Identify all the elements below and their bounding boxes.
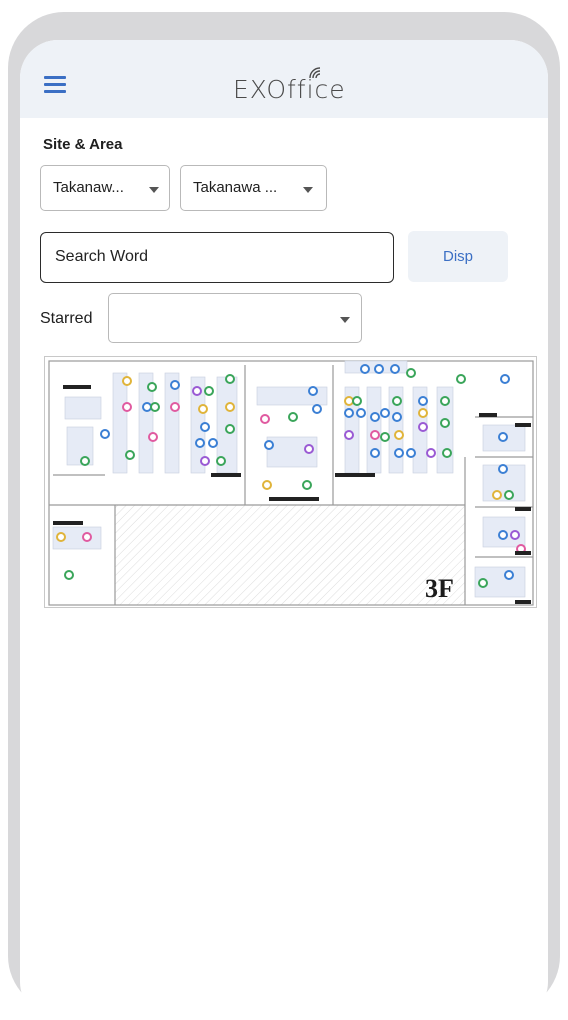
- site-select[interactable]: Takanaw...: [40, 165, 170, 211]
- floor-plan-svg: 3F: [45, 357, 536, 607]
- app-bar: EXOffice: [20, 40, 548, 118]
- area-dropdown-caret-icon: [303, 187, 313, 193]
- floor-label: 3F: [425, 574, 454, 603]
- floor-map[interactable]: 3F: [44, 356, 537, 608]
- area-select[interactable]: Takanawa ...: [180, 165, 327, 211]
- starred-dropdown-caret-icon: [340, 317, 350, 323]
- app-logo-text: EXOffice: [233, 75, 346, 104]
- app-screen: EXOffice Site & Area Takanaw... Takanawa…: [20, 40, 548, 1020]
- display-button[interactable]: Disp: [408, 231, 508, 282]
- search-input[interactable]: [53, 247, 377, 267]
- menu-icon[interactable]: [44, 76, 66, 93]
- device-frame: EXOffice Site & Area Takanaw... Takanawa…: [8, 12, 560, 1020]
- atrium-area: [115, 505, 465, 605]
- starred-label: Starred: [40, 310, 93, 327]
- signal-icon: [309, 67, 321, 79]
- site-dropdown-caret-icon: [149, 187, 159, 193]
- area-select-value: Takanawa ...: [193, 179, 278, 196]
- starred-select[interactable]: [108, 293, 362, 343]
- site-area-label: Site & Area: [43, 136, 123, 153]
- app-logo: EXOffice: [233, 67, 346, 110]
- site-select-value: Takanaw...: [53, 179, 124, 196]
- search-field[interactable]: [40, 232, 394, 283]
